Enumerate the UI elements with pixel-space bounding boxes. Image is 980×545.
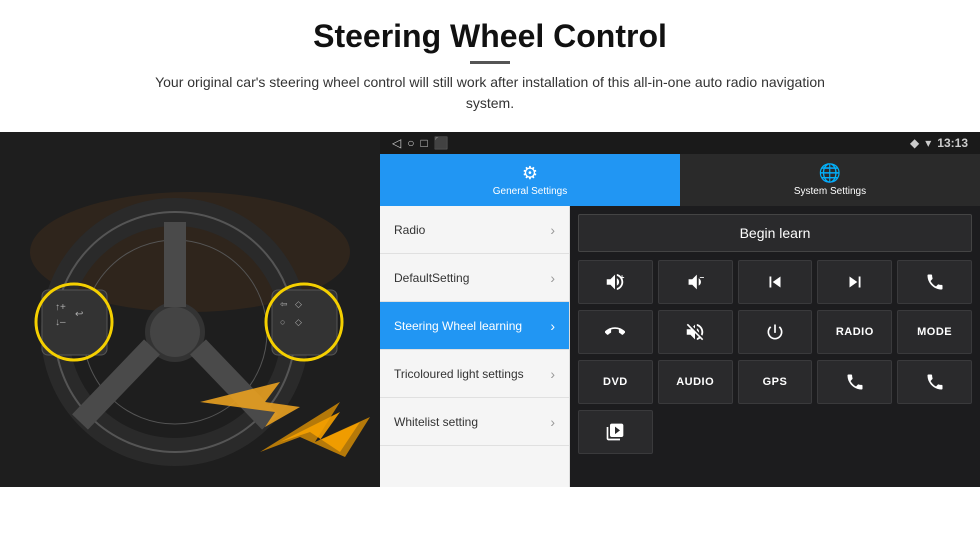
tab-bar: ⚙ General Settings 🌐 System Settings	[380, 154, 980, 206]
control-panel: Begin learn + –	[570, 206, 980, 487]
chevron-icon: ›	[550, 222, 555, 238]
menu-whitelist-label: Whitelist setting	[394, 415, 478, 429]
svg-text:–: –	[700, 273, 705, 282]
control-row-2: RADIO MODE	[578, 310, 972, 354]
header-section: Steering Wheel Control Your original car…	[0, 0, 980, 122]
menu-list: Radio › DefaultSetting › Steering Wheel …	[380, 206, 570, 487]
tab-general-settings[interactable]: ⚙ General Settings	[380, 154, 680, 206]
dvd-btn[interactable]: DVD	[578, 360, 653, 404]
content-area: ↑+ ↓– ↩ ⇦ ◇ ○ ◇	[0, 132, 980, 487]
menu-item-steering-wheel[interactable]: Steering Wheel learning ›	[380, 302, 569, 350]
menu-radio-label: Radio	[394, 223, 425, 237]
recent-icon: □	[420, 136, 427, 150]
tab-system-label: System Settings	[794, 186, 866, 197]
power-btn[interactable]	[738, 310, 813, 354]
tab-general-label: General Settings	[493, 186, 568, 197]
wifi-icon: ▾	[925, 136, 931, 150]
menu-item-whitelist[interactable]: Whitelist setting ›	[380, 398, 569, 446]
chevron-icon: ›	[550, 270, 555, 286]
nav-icons: ◁ ○ □ ⬛	[392, 136, 449, 150]
mode-btn[interactable]: MODE	[897, 310, 972, 354]
menu-container: Radio › DefaultSetting › Steering Wheel …	[380, 206, 980, 487]
back-icon: ◁	[392, 136, 401, 150]
title-divider	[470, 61, 510, 64]
next-track-btn[interactable]	[817, 260, 892, 304]
menu-default-label: DefaultSetting	[394, 271, 469, 285]
phone-prev-btn[interactable]	[817, 360, 892, 404]
clock: 13:13	[937, 136, 968, 150]
radio-btn[interactable]: RADIO	[817, 310, 892, 354]
android-panel: ◁ ○ □ ⬛ ◆ ▾ 13:13 ⚙ General Settings	[380, 132, 980, 487]
menu-item-tricoloured[interactable]: Tricoloured light settings ›	[380, 350, 569, 398]
page-wrapper: Steering Wheel Control Your original car…	[0, 0, 980, 545]
chevron-icon: ›	[550, 414, 555, 430]
prev-track-btn[interactable]	[738, 260, 813, 304]
settings-gear-icon: ⚙	[522, 163, 538, 184]
audio-btn[interactable]: AUDIO	[658, 360, 733, 404]
chevron-icon: ›	[550, 318, 555, 334]
svg-text:+: +	[620, 273, 625, 282]
call-end-btn[interactable]	[578, 310, 653, 354]
menu-tricoloured-label: Tricoloured light settings	[394, 367, 524, 381]
phone-next-btn[interactable]	[897, 360, 972, 404]
begin-learn-row: Begin learn	[578, 214, 972, 252]
gps-btn[interactable]: GPS	[738, 360, 813, 404]
svg-text:↩: ↩	[75, 309, 83, 320]
menu-item-radio[interactable]: Radio ›	[380, 206, 569, 254]
status-right-icons: ◆ ▾ 13:13	[910, 136, 968, 150]
vol-down-btn[interactable]: –	[658, 260, 733, 304]
subtitle: Your original car's steering wheel contr…	[150, 72, 830, 114]
steering-wheel-panel: ↑+ ↓– ↩ ⇦ ◇ ○ ◇	[0, 132, 380, 487]
control-row-3: DVD AUDIO GPS	[578, 360, 972, 404]
control-row-4	[578, 410, 972, 454]
svg-text:◇: ◇	[295, 317, 302, 327]
svg-text:○: ○	[280, 317, 285, 327]
menu-icon: ⬛	[434, 136, 449, 150]
tab-system-settings[interactable]: 🌐 System Settings	[680, 154, 980, 206]
begin-learn-button[interactable]: Begin learn	[578, 214, 972, 252]
menu-steering-label: Steering Wheel learning	[394, 319, 522, 333]
chevron-icon: ›	[550, 366, 555, 382]
menu-item-default-setting[interactable]: DefaultSetting ›	[380, 254, 569, 302]
home-icon: ○	[407, 136, 414, 150]
svg-text:⇦: ⇦	[280, 299, 288, 309]
mute-btn[interactable]	[658, 310, 733, 354]
location-icon: ◆	[910, 136, 919, 150]
vol-up-btn[interactable]: +	[578, 260, 653, 304]
globe-icon: 🌐	[819, 163, 841, 184]
media-icon-btn[interactable]	[578, 410, 653, 454]
page-title: Steering Wheel Control	[60, 18, 920, 55]
svg-text:◇: ◇	[295, 299, 302, 309]
svg-text:↑+: ↑+	[55, 302, 66, 313]
control-row-1: + –	[578, 260, 972, 304]
phone-answer-btn[interactable]	[897, 260, 972, 304]
svg-text:↓–: ↓–	[55, 317, 66, 328]
status-bar: ◁ ○ □ ⬛ ◆ ▾ 13:13	[380, 132, 980, 154]
